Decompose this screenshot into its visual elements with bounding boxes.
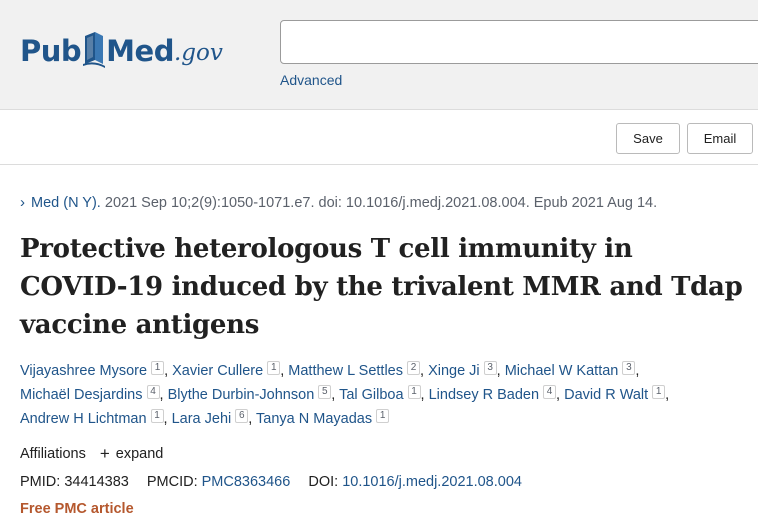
author-name-link[interactable]: Matthew L Settles — [288, 363, 403, 379]
affiliation-number[interactable]: 1 — [652, 385, 666, 399]
plus-icon: + — [99, 444, 110, 463]
author-name-link[interactable]: Xavier Cullere — [172, 363, 263, 379]
logo-gov-text: .gov — [173, 40, 223, 66]
pmid-label: PMID: — [20, 474, 61, 490]
affiliations-label: Affiliations — [20, 446, 86, 462]
pmcid-link[interactable]: PMC8363466 — [202, 474, 291, 490]
pubmed-logo[interactable]: Pub Med .gov — [20, 20, 223, 68]
pmid-value: 34414383 — [64, 474, 129, 490]
author-separator: , — [248, 411, 257, 427]
save-button[interactable]: Save — [616, 123, 680, 154]
author-name-link[interactable]: Tal Gilboa — [339, 387, 403, 403]
expand-affiliations-button[interactable]: + expand — [99, 444, 164, 463]
author-name-link[interactable]: David R Walt — [564, 387, 648, 403]
affiliation-number[interactable]: 1 — [151, 361, 165, 375]
author-item: Michaël Desjardins 4 — [20, 385, 160, 403]
expand-label: expand — [115, 446, 164, 462]
book-icon — [83, 30, 106, 68]
author-name-link[interactable]: Michaël Desjardins — [20, 387, 143, 403]
author-name-link[interactable]: Blythe Durbin-Johnson — [168, 387, 315, 403]
author-name-link[interactable]: Lindsey R Baden — [429, 387, 539, 403]
affiliation-number[interactable]: 5 — [318, 385, 332, 399]
author-separator: , — [635, 363, 640, 379]
search-input[interactable] — [280, 20, 758, 64]
author-item: Vijayashree Mysore 1 — [20, 361, 165, 379]
author-separator: , — [164, 363, 173, 379]
author-separator: , — [556, 387, 565, 403]
affiliation-number[interactable]: 6 — [235, 409, 249, 423]
author-item: Lindsey R Baden 4 — [429, 385, 557, 403]
logo-med-text: Med — [106, 34, 174, 68]
affiliation-number[interactable]: 2 — [407, 361, 420, 375]
article-citation: › Med (N Y). 2021 Sep 10;2(9):1050-1071.e… — [20, 194, 657, 211]
free-pmc-article-badge[interactable]: Free PMC article — [20, 501, 134, 517]
author-name-link[interactable]: Michael W Kattan — [505, 363, 619, 379]
author-item: Andrew H Lichtman 1 — [20, 409, 164, 427]
author-item: Blythe Durbin-Johnson 5 — [168, 385, 332, 403]
advanced-search-link[interactable]: Advanced — [280, 72, 342, 88]
author-item: David R Walt 1 — [564, 385, 666, 403]
affiliation-number[interactable]: 3 — [483, 361, 497, 375]
author-item: Xavier Cullere 1 — [172, 361, 281, 379]
article-title: Protective heterologous T cell immunity … — [20, 234, 743, 340]
pmcid-label: PMCID: — [146, 474, 198, 490]
author-name-link[interactable]: Andrew H Lichtman — [20, 411, 147, 427]
affiliation-number[interactable]: 4 — [146, 385, 160, 399]
author-separator: , — [420, 363, 429, 379]
doi-label: DOI: — [308, 474, 339, 490]
author-name-link[interactable]: Tanya N Mayadas — [256, 411, 372, 427]
author-separator: , — [665, 387, 670, 403]
journal-link[interactable]: Med (N Y). — [31, 195, 101, 211]
author-name-link[interactable]: Vijayashree Mysore — [20, 363, 147, 379]
chevron-right-icon[interactable]: › — [20, 194, 25, 211]
email-button[interactable]: Email — [687, 123, 753, 154]
author-name-link[interactable]: Xinge Ji — [428, 363, 480, 379]
author-separator: , — [163, 411, 172, 427]
affiliation-number[interactable]: 1 — [376, 409, 390, 423]
affiliations-row: Affiliations + expand — [20, 444, 164, 463]
author-separator: , — [159, 387, 168, 403]
author-item: Xinge Ji 3 — [428, 361, 497, 379]
citation-details: 2021 Sep 10;2(9):1050-1071.e7. doi: 10.1… — [104, 195, 658, 211]
doi-link[interactable]: 10.1016/j.medj.2021.08.004 — [342, 474, 522, 490]
affiliation-number[interactable]: 3 — [622, 361, 636, 375]
action-bar: Save Email — [0, 111, 758, 165]
affiliation-number[interactable]: 1 — [407, 385, 421, 399]
affiliation-number[interactable]: 1 — [150, 409, 164, 423]
authors-list: Vijayashree Mysore 1, Xavier Cullere 1, Ma… — [20, 359, 745, 431]
author-item: Lara Jehi 6 — [172, 409, 249, 427]
article-identifiers: PMID: 34414383 PMCID: PMC8363466 DOI: 10… — [20, 474, 522, 490]
logo-pub-text: Pub — [20, 34, 82, 68]
author-item: Matthew L Settles 2 — [288, 361, 420, 379]
affiliation-number[interactable]: 4 — [543, 385, 557, 399]
author-separator: , — [496, 363, 505, 379]
author-separator: , — [420, 387, 429, 403]
author-item: Michael W Kattan 3 — [505, 361, 636, 379]
affiliation-number[interactable]: 1 — [267, 361, 281, 375]
author-item: Tanya N Mayadas 1 — [256, 409, 390, 427]
author-item: Tal Gilboa 1 — [339, 385, 421, 403]
author-name-link[interactable]: Lara Jehi — [172, 411, 232, 427]
author-separator: , — [331, 387, 340, 403]
site-header: Pub Med .gov Advanced — [0, 0, 758, 110]
